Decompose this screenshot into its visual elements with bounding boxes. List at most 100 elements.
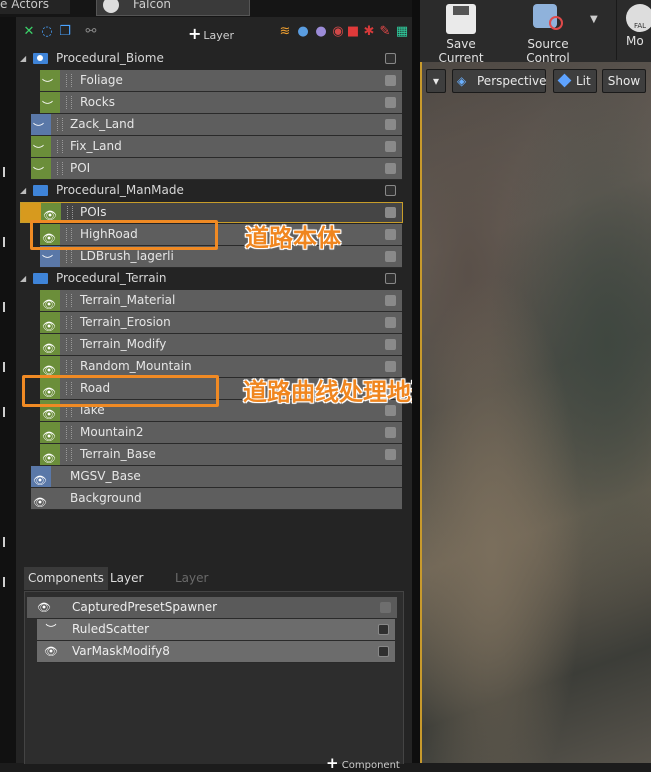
add-layer-button[interactable]: + Layer — [188, 24, 234, 43]
eye-toggle[interactable]: 👁 — [40, 444, 60, 465]
camera-icon[interactable]: ■ — [346, 25, 360, 39]
layer-state-toggle[interactable] — [385, 427, 396, 438]
drag-handle[interactable] — [66, 448, 72, 461]
expand-arrow-icon[interactable]: ◢ — [20, 180, 28, 201]
viewport-options-button[interactable]: ▾ — [426, 69, 446, 93]
add-component-button[interactable]: + Component — [326, 754, 400, 772]
mode-icon[interactable] — [3, 237, 15, 247]
eye-toggle[interactable]: 👁 — [31, 466, 51, 487]
drag-handle[interactable] — [66, 294, 72, 307]
eye-toggle[interactable]: 👁 — [40, 334, 60, 355]
tab-components[interactable]: Components — [24, 567, 108, 590]
mode-icon[interactable] — [3, 537, 15, 547]
mode-icon[interactable] — [3, 577, 15, 587]
drag-handle[interactable] — [67, 206, 73, 219]
layer-color-swatch[interactable]: ︶ — [31, 158, 51, 179]
expand-arrow-icon[interactable]: ◢ — [20, 48, 28, 69]
layer-poi[interactable]: ︶ POI — [31, 158, 402, 180]
layer-state-toggle[interactable] — [385, 75, 396, 86]
layer-background[interactable]: 👁 Background — [31, 488, 402, 510]
layer-state-toggle[interactable] — [385, 251, 396, 262]
layer-mgsv-base[interactable]: 👁 MGSV_Base — [31, 466, 402, 488]
visibility-toggle[interactable] — [385, 273, 396, 284]
layer-color-swatch[interactable]: ︶ — [31, 114, 51, 135]
link-icon[interactable]: ⚯ — [76, 25, 106, 39]
drag-handle[interactable] — [66, 250, 72, 263]
layer-state-toggle[interactable] — [385, 339, 396, 350]
save-current-button[interactable]: Save Current — [424, 0, 498, 65]
eye-toggle[interactable]: 👁 — [40, 290, 60, 311]
layer-state-toggle[interactable] — [385, 361, 396, 372]
sphere-icon[interactable]: ● — [314, 25, 328, 39]
globe-icon[interactable]: ● — [296, 25, 310, 39]
layer-terrain-base[interactable]: 👁 Terrain_Base — [40, 444, 402, 466]
drag-handle[interactable] — [57, 140, 63, 153]
layer-zack-land[interactable]: ︶ Zack_Land — [31, 114, 402, 136]
shuffle-icon[interactable]: ✕ — [22, 25, 36, 39]
layer-terrain-material[interactable]: 👁 Terrain_Material — [40, 290, 402, 312]
tab-falcon[interactable]: Falcon — [96, 0, 250, 16]
layer-state-toggle[interactable] — [385, 207, 396, 218]
target-icon[interactable]: ◉ — [331, 25, 345, 39]
layer-state-toggle[interactable] — [385, 229, 396, 240]
mode-icon[interactable] — [3, 362, 15, 372]
component-captured-preset-spawner[interactable]: 👁 CapturedPresetSpawner — [27, 597, 397, 619]
drag-handle[interactable] — [66, 96, 72, 109]
layer-rocks[interactable]: ︶ Rocks — [40, 92, 402, 114]
eye-toggle[interactable]: 👁 — [31, 488, 51, 509]
grid-icon[interactable]: ▦ — [395, 25, 409, 39]
tab-layer-edit[interactable]: Layer Edit — [171, 567, 212, 608]
mode-icon[interactable] — [3, 302, 15, 312]
component-state-toggle[interactable] — [378, 646, 389, 657]
component-state-toggle[interactable] — [378, 624, 389, 635]
lit-button[interactable]: Lit — [553, 69, 597, 93]
perspective-button[interactable]: ◈ Perspective — [452, 69, 547, 93]
panel-splitter[interactable] — [412, 0, 420, 763]
group-procedural-biome[interactable]: ◢ Procedural_Biome — [20, 48, 402, 69]
layer-state-toggle[interactable] — [385, 119, 396, 130]
layer-mountain2[interactable]: 👁 Mountain2 — [40, 422, 402, 444]
layer-state-toggle[interactable] — [385, 141, 396, 152]
layer-color-swatch[interactable]: ︶ — [31, 136, 51, 157]
layer-state-toggle[interactable] — [385, 97, 396, 108]
layer-foliage[interactable]: ︶ Foliage — [40, 70, 402, 92]
eye-icon[interactable]: 👁 — [35, 597, 53, 618]
layer-state-toggle[interactable] — [385, 163, 396, 174]
group-procedural-manmade[interactable]: ◢ Procedural_ManMade — [20, 180, 402, 201]
drag-handle[interactable] — [66, 74, 72, 87]
layer-color-swatch[interactable]: ︶ — [40, 70, 60, 91]
component-ruled-scatter[interactable]: ︶ RuledScatter — [37, 619, 395, 641]
more-button[interactable]: FAL Mo — [626, 0, 651, 48]
visibility-toggle[interactable] — [385, 53, 396, 64]
brush-icon[interactable]: ✎ — [378, 25, 392, 39]
layer-terrain-erosion[interactable]: 👁 Terrain_Erosion — [40, 312, 402, 334]
drag-handle[interactable] — [66, 426, 72, 439]
layer-color-swatch[interactable]: ︶ — [40, 92, 60, 113]
layer-fix-land[interactable]: ︶ Fix_Land — [31, 136, 402, 158]
eye-toggle[interactable]: 👁 — [40, 312, 60, 333]
mode-icon[interactable] — [3, 167, 15, 177]
expand-arrow-icon[interactable]: ◢ — [20, 268, 28, 289]
show-button[interactable]: Show — [602, 69, 646, 93]
drag-handle[interactable] — [66, 338, 72, 351]
visibility-toggle[interactable] — [385, 185, 396, 196]
component-state-toggle[interactable] — [380, 602, 391, 613]
layer-state-toggle[interactable] — [385, 295, 396, 306]
drag-handle[interactable] — [66, 360, 72, 373]
tab-actors[interactable]: e Actors — [0, 0, 70, 14]
drag-handle[interactable] — [66, 316, 72, 329]
component-var-mask-modify[interactable]: 👁 VarMaskModify8 — [37, 641, 395, 663]
drag-handle[interactable] — [57, 118, 63, 131]
eye-toggle[interactable]: 👁 — [40, 356, 60, 377]
stack-icon[interactable]: ≋ — [278, 25, 292, 39]
drag-handle[interactable] — [57, 162, 63, 175]
dropdown-arrow-icon[interactable]: ▼ — [590, 14, 598, 25]
layer-state-toggle[interactable] — [385, 317, 396, 328]
eye-icon[interactable]: 👁 — [42, 641, 60, 662]
copy-icon[interactable]: ❐ — [58, 25, 72, 39]
mode-icon[interactable] — [3, 407, 15, 417]
eye-toggle[interactable]: 👁 — [40, 422, 60, 443]
layer-terrain-modify[interactable]: 👁 Terrain_Modify — [40, 334, 402, 356]
hidden-icon[interactable]: ︶ — [42, 619, 60, 640]
source-control-button[interactable]: Source Control — [506, 0, 590, 65]
